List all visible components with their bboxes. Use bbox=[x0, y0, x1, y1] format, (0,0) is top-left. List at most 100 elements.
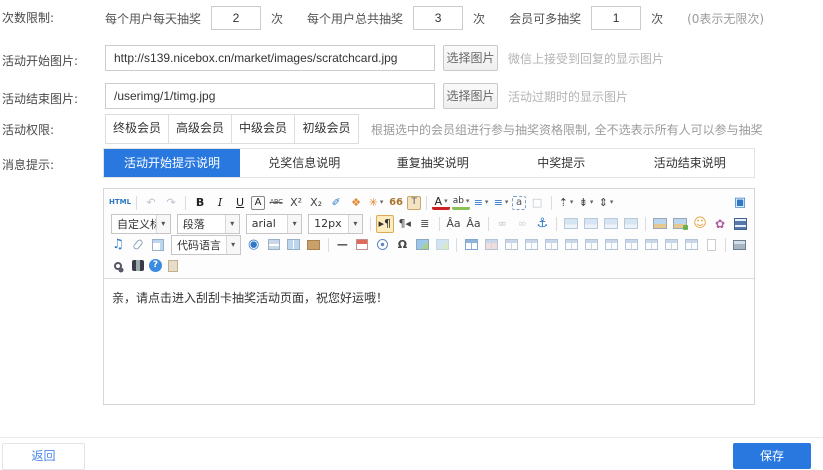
message-tab-active[interactable]: 活动开始提示说明 bbox=[104, 149, 240, 177]
message-tips-label: 消息提示: bbox=[2, 156, 54, 173]
paste-plain-icon[interactable]: T bbox=[407, 196, 421, 210]
music-icon[interactable]: ♫ bbox=[109, 236, 127, 254]
map-icon[interactable] bbox=[413, 236, 431, 254]
bg-color-icon[interactable]: ab▾ bbox=[452, 195, 470, 210]
back-button[interactable]: 返回 bbox=[2, 443, 85, 470]
start-image-input[interactable] bbox=[105, 45, 435, 71]
delete-row-icon[interactable] bbox=[582, 236, 600, 254]
page-break-icon[interactable] bbox=[265, 236, 283, 254]
preview-icon[interactable] bbox=[109, 257, 127, 275]
paste-icon[interactable] bbox=[164, 257, 182, 275]
custom-title-select[interactable]: 自定义标题▾ bbox=[111, 214, 171, 234]
special-char-icon[interactable]: Ω bbox=[393, 236, 411, 254]
total-count-input[interactable] bbox=[413, 6, 463, 30]
line-height-icon[interactable]: ⇕▾ bbox=[597, 194, 615, 212]
superscript-icon[interactable]: X² bbox=[287, 194, 305, 212]
save-button[interactable]: 保存 bbox=[733, 443, 811, 469]
image-float-right-icon[interactable] bbox=[602, 215, 620, 233]
video-icon[interactable] bbox=[731, 215, 749, 233]
horizontal-rule-icon[interactable]: — bbox=[333, 236, 351, 254]
gmap-icon[interactable] bbox=[433, 236, 451, 254]
split-col-icon[interactable] bbox=[682, 236, 700, 254]
auto-typeset-icon[interactable]: ✳▾ bbox=[367, 194, 385, 212]
multi-image-icon[interactable] bbox=[671, 215, 689, 233]
daily-count-input[interactable] bbox=[211, 6, 261, 30]
message-tab[interactable]: 活动结束说明 bbox=[626, 149, 755, 177]
row-spacing-top-icon[interactable]: ⇡▾ bbox=[557, 194, 575, 212]
merge-right-icon[interactable] bbox=[622, 236, 640, 254]
attachment-icon[interactable] bbox=[129, 236, 147, 254]
insert-table-icon[interactable] bbox=[462, 236, 480, 254]
permission-option[interactable]: 高级会员 bbox=[169, 115, 232, 143]
member-extra-input[interactable] bbox=[591, 6, 641, 30]
scrawl-icon[interactable]: ✿ bbox=[711, 215, 729, 233]
font-color-icon[interactable]: A▾ bbox=[432, 195, 450, 210]
anchor-icon[interactable]: ⚓ bbox=[533, 215, 551, 233]
insert-col-icon[interactable] bbox=[562, 236, 580, 254]
ltr-paragraph-icon[interactable]: ▸¶ bbox=[376, 215, 394, 233]
image-center-icon[interactable] bbox=[622, 215, 640, 233]
subscript-icon[interactable]: X₂ bbox=[307, 194, 325, 212]
time-icon[interactable] bbox=[373, 236, 391, 254]
table-title-icon[interactable] bbox=[522, 236, 540, 254]
merge-cells-icon[interactable] bbox=[602, 236, 620, 254]
image-float-left-icon[interactable] bbox=[562, 215, 580, 233]
insert-column-icon[interactable] bbox=[285, 236, 303, 254]
fullscreen-icon[interactable]: ▣ bbox=[731, 194, 749, 212]
font-size-select[interactable]: 12px▾ bbox=[308, 214, 363, 234]
message-tab[interactable]: 兑奖信息说明 bbox=[240, 149, 369, 177]
split-row-icon[interactable] bbox=[662, 236, 680, 254]
message-tab[interactable]: 重复抽奖说明 bbox=[369, 149, 498, 177]
undo-icon[interactable]: ↶ bbox=[142, 194, 160, 212]
message-tabs: 活动开始提示说明兑奖信息说明重复抽奖说明中奖提示活动结束说明 bbox=[103, 148, 755, 178]
doc-page-icon[interactable] bbox=[702, 236, 720, 254]
row-spacing-bottom-icon[interactable]: ⇟▾ bbox=[577, 194, 595, 212]
uppercase-icon[interactable]: Âa bbox=[445, 215, 463, 233]
code-language-select[interactable]: 代码语言▾ bbox=[171, 235, 241, 255]
italic-icon[interactable]: I bbox=[211, 194, 229, 212]
lowercase-icon[interactable]: Âa bbox=[465, 215, 483, 233]
select-all-icon[interactable]: a bbox=[512, 196, 526, 210]
date-icon[interactable] bbox=[353, 236, 371, 254]
delete-table-icon[interactable] bbox=[482, 236, 500, 254]
help-icon[interactable]: ? bbox=[149, 259, 162, 272]
rtl-paragraph-icon[interactable]: ¶◂ bbox=[396, 215, 414, 233]
insert-row-icon[interactable] bbox=[542, 236, 560, 254]
emoticon-icon[interactable]: ☺ bbox=[691, 215, 709, 233]
insert-page-icon[interactable] bbox=[149, 236, 167, 254]
insert-image-icon[interactable] bbox=[651, 215, 669, 233]
insert-code-icon[interactable]: ◉ bbox=[245, 236, 263, 254]
start-image-pick-button[interactable]: 选择图片 bbox=[443, 45, 498, 71]
clear-doc-icon[interactable]: □ bbox=[528, 194, 546, 212]
end-image-input[interactable] bbox=[105, 83, 435, 109]
permission-option[interactable]: 终极会员 bbox=[106, 115, 169, 143]
font-family-select[interactable]: arial▾ bbox=[246, 214, 302, 234]
unordered-list-icon[interactable]: ≡▾ bbox=[492, 194, 510, 212]
table-caption-icon[interactable] bbox=[502, 236, 520, 254]
format-brush-icon[interactable]: ❖ bbox=[347, 194, 365, 212]
merge-down-icon[interactable] bbox=[642, 236, 660, 254]
editor-content[interactable]: 亲，请点击进入刮刮卡抽奖活动页面，祝您好运哦！ bbox=[104, 279, 754, 406]
ordered-list-icon[interactable]: ≡▾ bbox=[472, 194, 490, 212]
html-source-icon[interactable]: HTML bbox=[109, 194, 131, 212]
unlink-icon[interactable]: ∞ bbox=[513, 215, 531, 233]
snapshot-icon[interactable] bbox=[305, 236, 323, 254]
image-inline-icon[interactable] bbox=[582, 215, 600, 233]
message-tab[interactable]: 中奖提示 bbox=[497, 149, 626, 177]
redo-icon[interactable]: ↷ bbox=[162, 194, 180, 212]
end-image-pick-button[interactable]: 选择图片 bbox=[443, 83, 498, 109]
bold-icon[interactable]: B bbox=[191, 194, 209, 212]
limits-label: 次数限制: bbox=[2, 9, 54, 26]
paragraph-indent-icon[interactable]: ≣ bbox=[416, 215, 434, 233]
font-border-icon[interactable]: A bbox=[251, 196, 265, 210]
print-icon[interactable] bbox=[731, 236, 749, 254]
permission-option[interactable]: 初级会员 bbox=[295, 115, 358, 143]
blockquote-icon[interactable]: 66 bbox=[387, 194, 405, 212]
paragraph-select[interactable]: 段落▾ bbox=[177, 214, 240, 234]
permission-option[interactable]: 中级会员 bbox=[232, 115, 295, 143]
underline-icon[interactable]: U bbox=[231, 194, 249, 212]
remove-format-icon[interactable]: ✐ bbox=[327, 194, 345, 212]
find-replace-icon[interactable] bbox=[129, 257, 147, 275]
link-icon[interactable]: ∞ bbox=[493, 215, 511, 233]
strikethrough-icon[interactable]: ABC bbox=[267, 194, 285, 212]
